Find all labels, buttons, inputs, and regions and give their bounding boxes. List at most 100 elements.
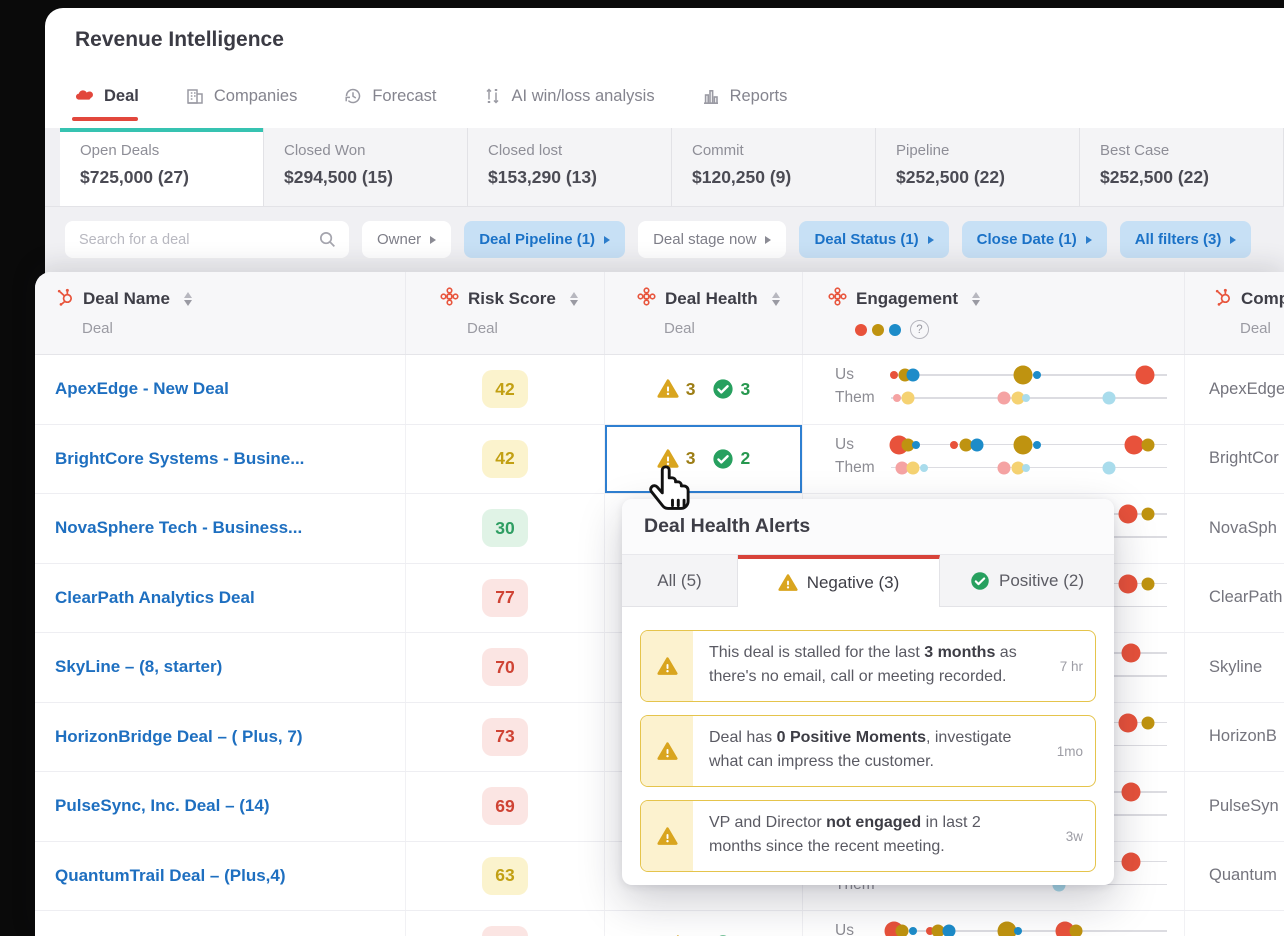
engagement-them-label: Them — [835, 389, 875, 406]
deal-icon — [75, 86, 95, 106]
column-header-deal-name[interactable]: Deal Name Deal — [35, 272, 406, 354]
nav-tab-reports[interactable]: Reports — [701, 86, 788, 106]
deal-name-link[interactable]: PulseSync, Inc. Deal – (14) — [55, 796, 269, 816]
alert-timestamp: 1mo — [1056, 743, 1083, 759]
deal-name-link[interactable]: SkyLine – (8, starter) — [55, 657, 222, 677]
reports-icon — [701, 86, 721, 106]
column-header-deal-health[interactable]: Deal Health Deal — [605, 272, 803, 354]
summary-card-open-deals[interactable]: Open Deals $725,000 (27) — [60, 128, 264, 206]
deal-search-box[interactable] — [65, 221, 349, 258]
company-cell: BrightCor — [1209, 449, 1279, 468]
active-tab-underline — [72, 117, 138, 121]
nav-tab-companies[interactable]: Companies — [185, 86, 297, 106]
alert-card: VP and Director not engaged in last 2 mo… — [640, 800, 1096, 872]
deal-name-link[interactable]: NovaSphere Tech - Business... — [55, 518, 302, 538]
engagement-dot-gold — [1013, 365, 1033, 385]
filter-chip-close-date-1-[interactable]: Close Date (1) — [961, 221, 1107, 258]
engagement-dot-red — [1121, 852, 1141, 871]
engagement-cell: Us Them — [803, 355, 1185, 424]
sort-arrows[interactable] — [771, 291, 780, 307]
filter-chip-label: Deal Pipeline (1) — [479, 231, 596, 248]
engagement-us-row: Us — [835, 365, 1167, 385]
filter-chip-deal-stage-now[interactable]: Deal stage now — [638, 221, 787, 258]
nav-tab-forecast[interactable]: Forecast — [343, 86, 437, 106]
risk-score-cell: 63 — [406, 841, 605, 910]
engagement-dot-red — [1118, 574, 1138, 593]
search-icon — [318, 230, 337, 249]
filter-chip-label: Owner — [377, 231, 422, 248]
engagement-dot-gold — [1141, 438, 1155, 451]
deal-name-cell: BrightCore Systems - Busine... — [35, 424, 406, 493]
column-header-engagement[interactable]: Engagement ? DWM ‹ 4/17 - 5/22 › — [803, 272, 1185, 354]
summary-card-pipeline[interactable]: Pipeline $252,500 (22) — [876, 128, 1080, 206]
filter-chip-owner[interactable]: Owner — [362, 221, 452, 258]
filter-chip-label: All filters (3) — [1134, 231, 1222, 248]
column-header-risk-score[interactable]: Risk Score Deal — [406, 272, 605, 354]
deal-name-link[interactable]: ClearPath Analytics Deal — [55, 588, 255, 608]
nav-tab-label: AI win/loss analysis — [511, 86, 655, 105]
chevron-right-icon — [927, 235, 934, 244]
engagement-dot-gold — [1141, 716, 1155, 729]
engagement-us-row: Us — [835, 921, 1167, 936]
deal-health-cell[interactable]: 33 — [605, 355, 803, 424]
warning-triangle-icon — [656, 826, 678, 847]
chevron-right-icon — [1085, 235, 1092, 244]
page-title: Revenue Intelligence — [75, 28, 284, 51]
deal-name-link[interactable]: QuantumTrail Deal – (Plus,4) — [55, 866, 286, 886]
engagement-dot-gold — [895, 924, 909, 936]
popup-tab-label: All (5) — [657, 570, 702, 590]
nav-tab-label: Deal — [104, 86, 139, 105]
nav-tab-ai-win-loss-analysis[interactable]: AI win/loss analysis — [483, 86, 655, 106]
sort-arrows[interactable] — [972, 291, 981, 307]
deal-health-cell[interactable]: 32 — [605, 424, 803, 493]
engagement-dot-red — [950, 440, 959, 449]
deal-health-cell[interactable] — [605, 911, 803, 936]
filter-chip-deal-pipeline-1-[interactable]: Deal Pipeline (1) — [464, 221, 626, 258]
popup-tab-negative-3-[interactable]: Negative (3) — [738, 555, 940, 607]
summary-card-closed-lost[interactable]: Closed lost $153,290 (13) — [468, 128, 672, 206]
filter-bar: Owner Deal Pipeline (1) Deal stage now Deal… — [65, 221, 1252, 258]
check-circle-icon — [712, 448, 734, 470]
deal-name-cell: NovaSphere Tech - Business... — [35, 494, 406, 563]
sort-arrows[interactable] — [183, 291, 192, 307]
nav-tab-label: Reports — [729, 86, 788, 105]
engagement-them-row: Them — [835, 389, 1167, 406]
positive-alert-count: 3 — [712, 378, 751, 400]
deal-name-link[interactable]: ApexEdge - New Deal — [55, 379, 229, 399]
summary-card-commit[interactable]: Commit $120,250 (9) — [672, 128, 876, 206]
risk-score-badge: 73 — [482, 717, 528, 756]
ai-winloss-icon — [483, 86, 503, 106]
popup-tab-positive-2-[interactable]: Positive (2) — [940, 555, 1114, 607]
risk-score-badge — [482, 926, 528, 936]
positive-count-value: 2 — [740, 448, 751, 469]
summary-card-label: Best Case — [1100, 142, 1170, 159]
sort-arrows[interactable] — [569, 291, 578, 307]
engagement-them-label: Them — [835, 458, 875, 476]
company-cell: PulseSyn — [1209, 796, 1279, 815]
filter-chip-all-filters-3-[interactable]: All filters (3) — [1119, 221, 1252, 258]
summary-card-value: $725,000 (27) — [80, 167, 189, 187]
alert-icon-zone — [641, 716, 693, 786]
deal-name-link[interactable]: BrightCore Systems - Busine... — [55, 449, 304, 469]
engagement-dot-pink — [997, 391, 1011, 405]
risk-score-badge: 70 — [482, 648, 528, 687]
popup-tab-all-5-[interactable]: All (5) — [622, 555, 738, 607]
legend-dot-gold — [872, 323, 884, 336]
engagement-dot-red — [1121, 782, 1141, 802]
help-icon[interactable]: ? — [910, 320, 929, 339]
column-header-company[interactable]: Comp Deal — [1185, 272, 1284, 354]
deal-name-link[interactable]: HorizonBridge Deal – ( Plus, 7) — [55, 727, 303, 747]
summary-card-best-case[interactable]: Best Case $252,500 (22) — [1080, 128, 1284, 206]
column-subtitle: Deal — [467, 320, 498, 337]
column-title: Comp — [1241, 289, 1284, 308]
table-row: BrightCore Systems - Busine... 42 3 2 Us Them… — [35, 424, 1284, 494]
positive-count-value: 3 — [740, 378, 751, 399]
engagement-dot-blue — [1033, 371, 1042, 379]
nav-tab-deal[interactable]: Deal — [75, 86, 139, 106]
engagement-cell: UsThem — [803, 911, 1185, 936]
health-cross-icon — [828, 287, 847, 311]
summary-card-closed-won[interactable]: Closed Won $294,500 (15) — [264, 128, 468, 206]
chevron-right-icon — [430, 235, 437, 244]
filter-chip-deal-status-1-[interactable]: Deal Status (1) — [799, 221, 949, 258]
search-input[interactable] — [77, 230, 318, 249]
